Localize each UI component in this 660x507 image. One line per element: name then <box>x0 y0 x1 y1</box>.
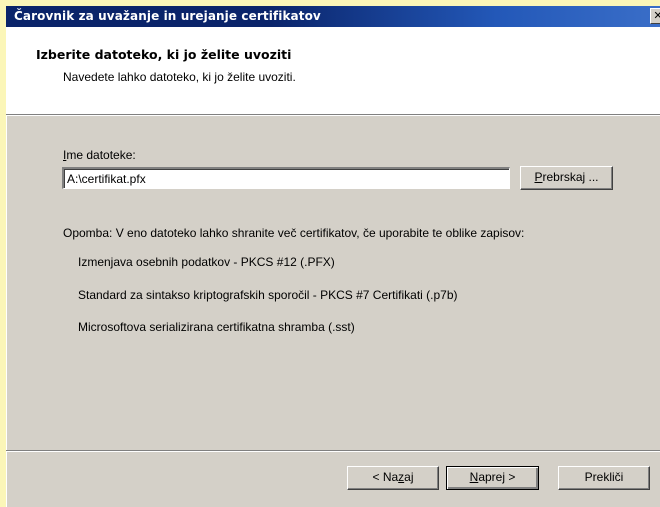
file-name-label-text: me datoteke: <box>66 148 136 162</box>
format-item-p7b: Standard za sintakso kriptografskih spor… <box>78 288 458 302</box>
browse-button-label: rebrskaj ... <box>542 170 599 184</box>
next-button[interactable]: Naprej > <box>446 466 539 490</box>
next-button-accel: N <box>469 470 479 484</box>
back-button[interactable]: < Nazaj <box>347 466 439 490</box>
cancel-button[interactable]: Prekliči <box>558 466 650 490</box>
close-icon: ✕ <box>653 9 660 22</box>
footer-divider <box>6 450 660 452</box>
page-title: Izberite datoteko, ki jo želite uvoziti <box>36 47 292 62</box>
file-name-label: Ime datoteke: <box>63 148 136 162</box>
browse-button-accel: P <box>534 170 543 184</box>
wizard-window: Čarovnik za uvažanje in urejanje certifi… <box>6 6 660 507</box>
close-button[interactable]: ✕ <box>650 8 660 24</box>
browse-button[interactable]: Prebrskaj ... <box>520 166 613 190</box>
wizard-header: Izberite datoteko, ki jo želite uvoziti … <box>6 27 660 115</box>
format-item-pfx: Izmenjava osebnih podatkov - PKCS #12 (.… <box>78 255 335 269</box>
back-button-label-b: aj <box>404 470 414 484</box>
back-button-label-a: < Na <box>372 470 399 484</box>
next-button-label: aprej > <box>478 470 516 484</box>
window-title: Čarovnik za uvažanje in urejanje certifi… <box>14 9 321 23</box>
header-divider <box>6 114 660 116</box>
page-subtitle: Navedete lahko datoteko, ki jo želite uv… <box>63 70 296 84</box>
title-bar[interactable]: Čarovnik za uvažanje in urejanje certifi… <box>6 6 660 27</box>
note-text: Opomba: V eno datoteko lahko shranite ve… <box>63 226 525 240</box>
file-name-input[interactable] <box>62 167 510 189</box>
format-item-sst: Microsoftova serializirana certifikatna … <box>78 320 355 334</box>
